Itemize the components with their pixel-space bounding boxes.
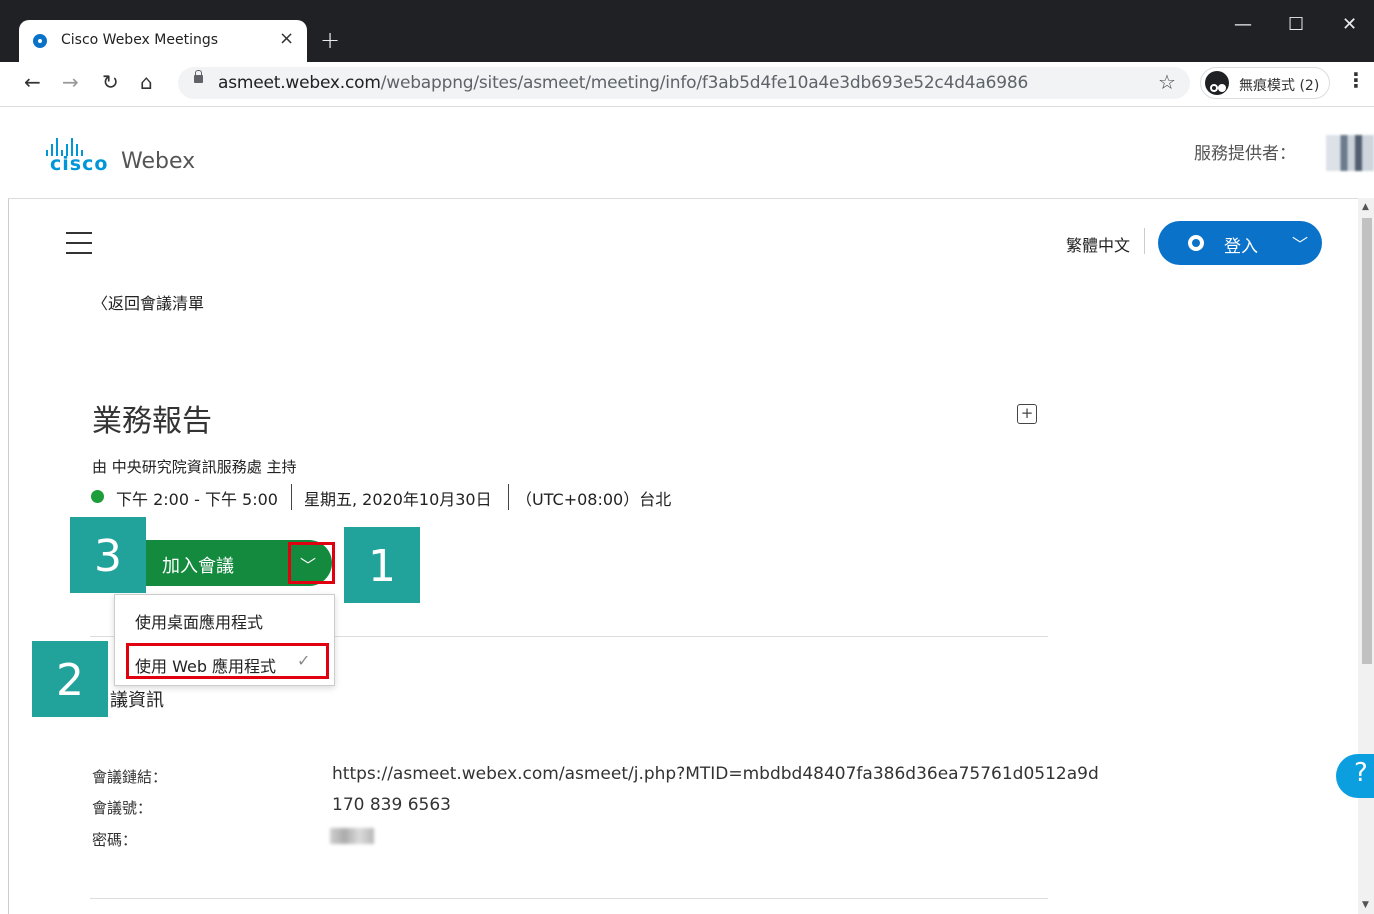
meeting-status-dot [91, 490, 104, 503]
browser-menu-icon[interactable]: ⋮ [1346, 68, 1366, 92]
language-selector[interactable]: 繁體中文 [1066, 232, 1130, 256]
tab-title: Cisco Webex Meetings [61, 32, 219, 48]
back-to-list-link[interactable]: 〈返回會議清單 [92, 290, 204, 314]
meeting-title: 業務報告 [92, 404, 212, 439]
provider-logo [1326, 135, 1374, 171]
divider [291, 484, 292, 510]
window-maximize-button[interactable]: ☐ [1288, 14, 1304, 35]
help-button[interactable]: ? [1336, 754, 1374, 798]
chevron-down-icon: ﹀ [1292, 235, 1309, 254]
window-minimize-button[interactable]: — [1234, 14, 1252, 35]
meeting-number-label: 會議號： [92, 799, 153, 817]
browser-tab-strip: Cisco Webex Meetings × + — ☐ ✕ [0, 0, 1374, 64]
section-divider [90, 898, 1048, 899]
meeting-time: 下午 2:00 - 下午 5:00 [116, 490, 278, 509]
meeting-date: 星期五, 2020年10月30日 [304, 490, 492, 509]
forward-arrow-icon[interactable]: → [62, 70, 79, 94]
scroll-down-arrow-icon[interactable]: ▼ [1362, 900, 1369, 910]
hamburger-menu-icon[interactable] [66, 232, 92, 262]
cisco-logo-text: cisco [50, 153, 109, 175]
site-header: cisco Webex 服務提供者： [8, 107, 1374, 199]
service-provider-label: 服務提供者： [1194, 144, 1296, 164]
webex-icon [1188, 235, 1204, 251]
meeting-host: 由 中央研究院資訊服務處 主持 [92, 458, 297, 476]
step-badge-2: 2 [32, 641, 108, 717]
meeting-number-value: 170 839 6563 [332, 795, 451, 815]
meeting-link-label: 會議鏈結： [92, 768, 168, 786]
highlight-box-web-app [126, 643, 329, 679]
lock-icon [194, 70, 203, 83]
home-icon[interactable]: ⌂ [140, 70, 153, 94]
window-close-button[interactable]: ✕ [1342, 14, 1357, 35]
password-label: 密碼： [92, 831, 138, 849]
page-border [8, 107, 9, 914]
meeting-timezone: （UTC+08:00）台北 [516, 490, 672, 509]
browser-toolbar: ← → ↻ ⌂ asmeet.webex.com/webappng/sites/… [0, 62, 1374, 107]
new-tab-button[interactable]: + [320, 26, 340, 54]
webex-favicon-icon [33, 34, 47, 48]
webex-logo-text: Webex [121, 149, 196, 174]
scroll-up-arrow-icon[interactable]: ▲ [1362, 202, 1369, 212]
add-to-calendar-icon[interactable]: + [1017, 404, 1037, 424]
join-meeting-label: 加入會議 [162, 556, 234, 577]
join-desktop-app-option[interactable]: 使用桌面應用程式 [115, 597, 334, 641]
step-badge-1: 1 [344, 527, 420, 603]
password-value-redacted [330, 828, 374, 844]
url-text[interactable]: asmeet.webex.com/webappng/sites/asmeet/m… [218, 73, 1028, 93]
incognito-icon [1205, 71, 1229, 95]
meeting-link-value[interactable]: https://asmeet.webex.com/asmeet/j.php?MT… [332, 764, 1099, 784]
back-arrow-icon[interactable]: ← [24, 70, 41, 94]
tab-close-icon[interactable]: × [279, 28, 294, 49]
browser-tab[interactable]: Cisco Webex Meetings × [19, 20, 307, 64]
incognito-label: 無痕模式 (2) [1239, 78, 1320, 94]
sign-in-button[interactable]: 登入 ﹀ [1158, 221, 1322, 265]
divider [508, 484, 509, 510]
bookmark-star-icon[interactable]: ☆ [1158, 70, 1176, 94]
sign-in-label: 登入 [1224, 237, 1258, 257]
reload-icon[interactable]: ↻ [102, 70, 119, 94]
incognito-indicator[interactable]: 無痕模式 (2) [1200, 67, 1330, 99]
address-bar[interactable]: asmeet.webex.com/webappng/sites/asmeet/m… [178, 67, 1190, 99]
divider [1144, 228, 1145, 254]
meeting-info-heading: 議資訊 [110, 690, 164, 711]
scrollbar-thumb[interactable] [1362, 218, 1372, 664]
question-mark-icon: ? [1354, 758, 1368, 788]
highlight-box-dropdown-toggle [288, 542, 335, 584]
step-badge-3: 3 [70, 517, 146, 593]
chevron-left-icon: 〈 [92, 294, 109, 313]
